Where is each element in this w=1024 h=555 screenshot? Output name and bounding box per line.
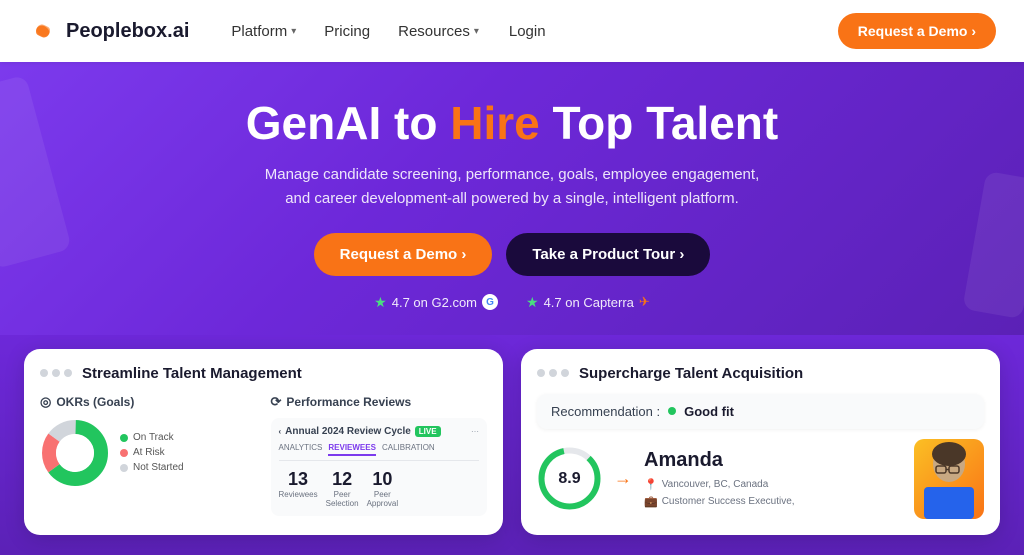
tab-calibration[interactable]: CALIBRATION: [382, 443, 435, 456]
arrow-right-icon: →: [614, 468, 632, 489]
candidate-row: 8.9 → Amanda 📍 Vancouver, BC, Canada 💼: [537, 439, 984, 519]
talent-acquisition-card: Supercharge Talent Acquisition Recommend…: [521, 349, 1000, 535]
hero-subtitle: Manage candidate screening, performance,…: [252, 163, 772, 211]
perf-label: ⟳ Performance Reviews: [271, 394, 488, 410]
live-badge: LIVE: [415, 426, 441, 437]
candidate-name: Amanda: [644, 449, 902, 472]
okr-donut-chart: [40, 418, 110, 488]
nav-login[interactable]: Login: [497, 17, 558, 46]
star-icon: ★: [374, 294, 387, 311]
hero-buttons: Request a Demo › Take a Product Tour ›: [20, 233, 1004, 276]
logo[interactable]: Peoplebox.ai: [28, 20, 189, 43]
legend-not-started: Not Started: [120, 462, 184, 473]
perf-tabs: ANALYTICS REVIEWEES CALIBRATION: [279, 443, 480, 461]
okr-legend: On Track At Risk Not Started: [120, 432, 184, 473]
perf-stats-row: 13 Reviewees 12 PeerSelection 10 PeerApp…: [279, 469, 480, 508]
recommendation-box: Recommendation : Good fit: [537, 394, 984, 429]
tab-reviewees[interactable]: REVIEWEES: [328, 443, 376, 456]
okr-section: ◎ OKRs (Goals): [40, 394, 257, 516]
stat-reviewees: 13 Reviewees: [279, 469, 318, 508]
candidate-avatar-illustration: [914, 439, 984, 519]
legend-at-risk: At Risk: [120, 447, 184, 458]
navbar: Peoplebox.ai Platform ▾ Pricing Resource…: [0, 0, 1024, 62]
nav-resources[interactable]: Resources ▾: [388, 17, 489, 46]
candidate-location: 📍 Vancouver, BC, Canada: [644, 478, 902, 491]
left-card-content: ◎ OKRs (Goals): [40, 394, 487, 516]
svg-text:8.9: 8.9: [558, 470, 580, 487]
okr-icon: ◎: [40, 394, 51, 410]
performance-mini-card: ‹ Annual 2024 Review Cycle LIVE ⋯ ANALYT…: [271, 418, 488, 516]
donut-container: On Track At Risk Not Started: [40, 418, 257, 488]
capterra-icon: ✈: [639, 294, 650, 310]
perf-icon: ⟳: [271, 394, 282, 410]
perf-header-row: ‹ Annual 2024 Review Cycle LIVE ⋯: [279, 426, 480, 437]
talent-management-card: Streamline Talent Management ◎ OKRs (Goa…: [24, 349, 503, 535]
stat-peer-selection: 12 PeerSelection: [326, 469, 359, 508]
card-header-left: Streamline Talent Management: [40, 365, 487, 382]
hero-section: GenAI to Hire Top Talent Manage candidat…: [0, 62, 1024, 335]
request-demo-nav-button[interactable]: Request a Demo ›: [838, 13, 996, 49]
tab-analytics[interactable]: ANALYTICS: [279, 443, 323, 456]
take-product-tour-button[interactable]: Take a Product Tour ›: [506, 233, 710, 276]
card-title-left: Streamline Talent Management: [82, 365, 302, 382]
g2-icon: G: [482, 294, 498, 310]
three-dots-icon: [537, 369, 569, 377]
card-title-right: Supercharge Talent Acquisition: [579, 365, 803, 382]
cards-section: Streamline Talent Management ◎ OKRs (Goa…: [0, 335, 1024, 555]
chevron-down-icon: ▾: [291, 26, 296, 37]
candidate-info: Amanda 📍 Vancouver, BC, Canada 💼 Custome…: [644, 449, 902, 508]
perf-cycle-title: ‹ Annual 2024 Review Cycle LIVE: [279, 426, 441, 437]
okr-label: ◎ OKRs (Goals): [40, 394, 257, 410]
g2-rating: ★ 4.7 on G2.com G: [374, 294, 498, 311]
candidate-meta: 📍 Vancouver, BC, Canada 💼 Customer Succe…: [644, 478, 902, 508]
location-icon: 📍: [644, 478, 658, 491]
logo-text: Peoplebox.ai: [66, 20, 189, 43]
briefcase-icon: 💼: [644, 495, 658, 508]
request-demo-hero-button[interactable]: Request a Demo ›: [314, 233, 493, 276]
recommendation-label: Recommendation :: [551, 404, 660, 419]
nav-pricing[interactable]: Pricing: [314, 17, 380, 46]
ratings-row: ★ 4.7 on G2.com G ★ 4.7 on Capterra ✈: [20, 294, 1004, 311]
candidate-role: 💼 Customer Success Executive,: [644, 495, 902, 508]
capterra-rating: ★ 4.7 on Capterra ✈: [526, 294, 650, 311]
chevron-down-icon: ▾: [474, 26, 479, 37]
star-icon: ★: [526, 294, 539, 311]
right-card-content: Recommendation : Good fit 8.9 → Amanda: [537, 394, 984, 519]
perf-more-icon: ⋯: [471, 427, 479, 436]
hero-title: GenAI to Hire Top Talent: [20, 98, 1004, 149]
nav-platform[interactable]: Platform ▾: [221, 17, 306, 46]
candidate-score-chart: 8.9: [537, 446, 602, 511]
legend-on-track: On Track: [120, 432, 184, 443]
card-header-right: Supercharge Talent Acquisition: [537, 365, 984, 382]
good-fit-text: Good fit: [684, 404, 734, 419]
performance-section: ⟳ Performance Reviews ‹ Annual 2024 Revi…: [271, 394, 488, 516]
nav-arrow-icon: ‹: [279, 427, 282, 436]
good-fit-dot-icon: [668, 407, 676, 415]
stat-peer-approval: 10 PeerApproval: [367, 469, 399, 508]
avatar: [914, 439, 984, 519]
nav-links: Platform ▾ Pricing Resources ▾ Login: [221, 17, 837, 46]
logo-icon: [28, 21, 58, 41]
three-dots-icon: [40, 369, 72, 377]
